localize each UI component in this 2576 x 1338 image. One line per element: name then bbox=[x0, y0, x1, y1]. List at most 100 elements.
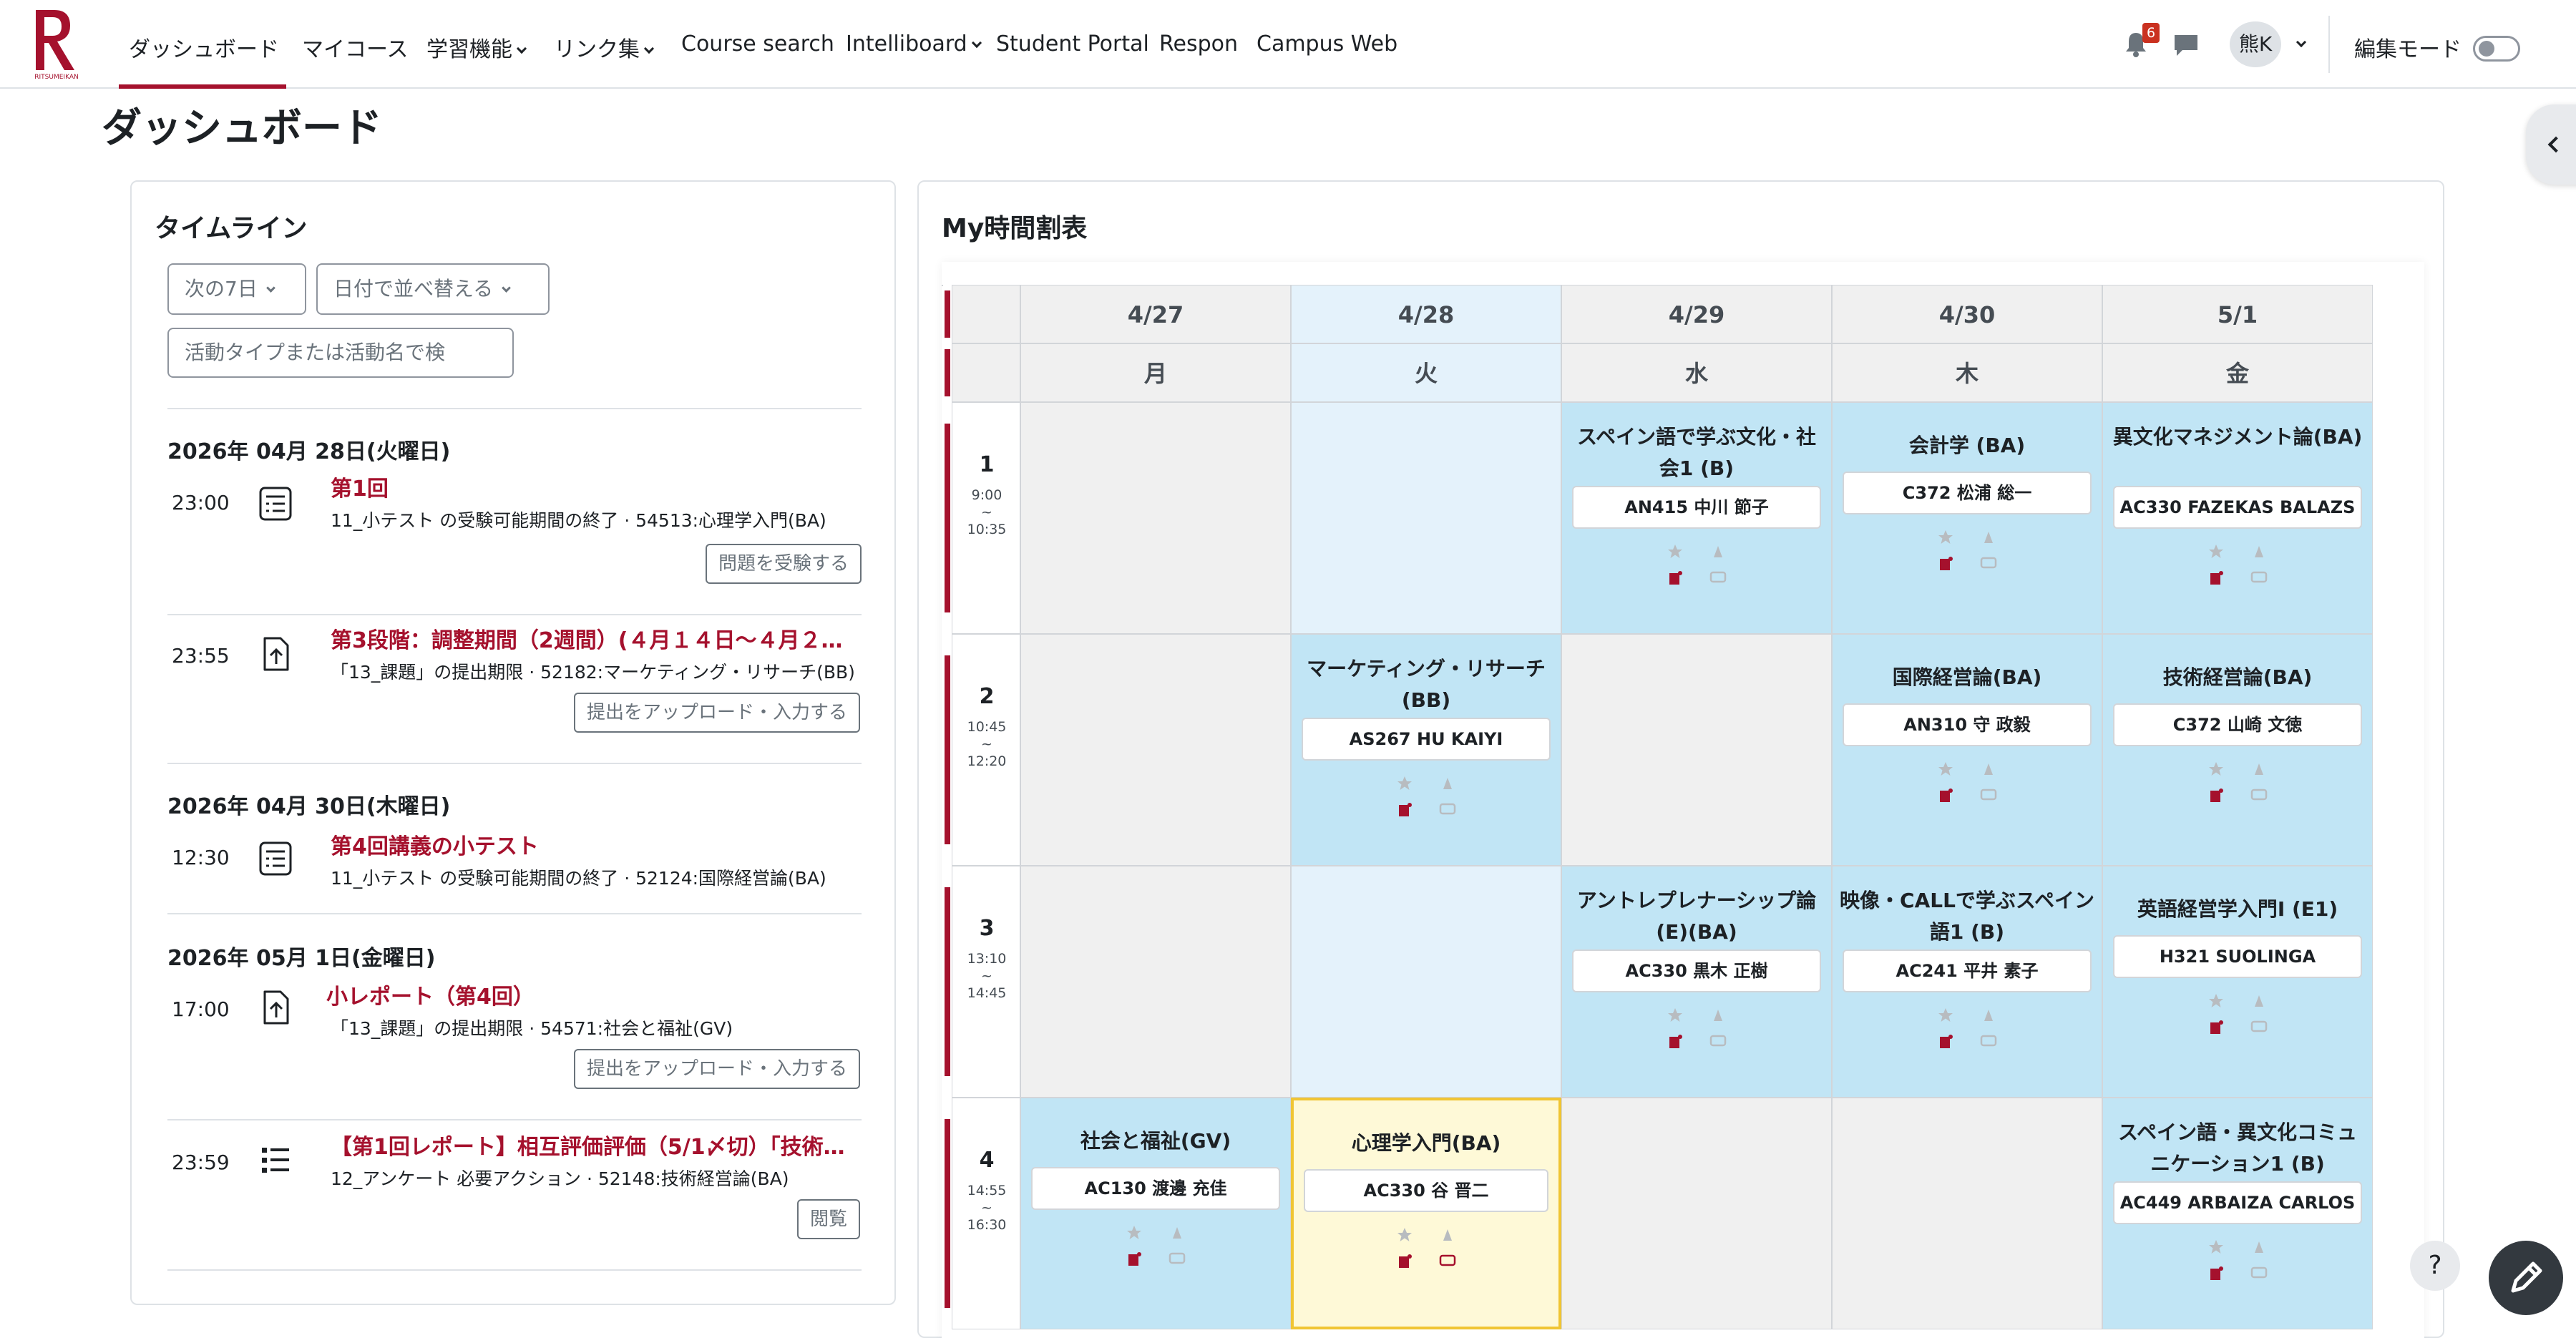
message-icon[interactable] bbox=[2250, 569, 2268, 586]
course-slot[interactable]: 心理学入門(BA) AC330 谷 晋二 bbox=[1291, 1098, 1561, 1329]
edit-fab-button[interactable] bbox=[2489, 1241, 2563, 1315]
course-title-link[interactable]: スペイン語・異文化コミュニケーション1 (B) bbox=[2110, 1117, 2365, 1180]
course-slot[interactable]: 技術経営論(BA) C372 山崎 文徳 bbox=[2102, 634, 2373, 866]
event-name-link[interactable]: 第1回 bbox=[331, 471, 389, 502]
assignment-badge-icon[interactable] bbox=[2207, 569, 2225, 586]
course-slot[interactable]: 映像・CALLで学ぶスペイン語1 (B) AC241 平井 素子 bbox=[1832, 866, 2102, 1098]
course-slot[interactable]: スペイン語で学ぶ文化・社会1 (B) AN415 中川 節子 bbox=[1561, 402, 1832, 634]
chevron-down-icon[interactable] bbox=[2296, 36, 2307, 48]
user-avatar[interactable]: 熊K bbox=[2230, 21, 2281, 67]
course-title-link[interactable]: 映像・CALLで学ぶスペイン語1 (B) bbox=[1840, 885, 2094, 948]
bookmark-icon[interactable] bbox=[1439, 1226, 1456, 1244]
message-icon[interactable] bbox=[1169, 1250, 1186, 1267]
course-slot[interactable]: 異文化マネジメント論(BA) AC330 FAZEKAS BALAZS bbox=[2102, 402, 2373, 634]
university-logo[interactable]: RITSUMEIKAN bbox=[33, 7, 80, 82]
bookmark-icon[interactable] bbox=[2250, 761, 2268, 778]
assignment-badge-icon[interactable] bbox=[2207, 1264, 2225, 1281]
event-name-link[interactable]: 第3段階：調整期間（2週間）(４月１４日〜４月２８日) bbox=[331, 622, 863, 654]
star-icon[interactable] bbox=[2207, 1239, 2225, 1256]
assignment-badge-icon[interactable] bbox=[1396, 801, 1413, 818]
assignment-badge-icon[interactable] bbox=[2207, 1018, 2225, 1035]
bookmark-icon[interactable] bbox=[1169, 1224, 1186, 1241]
course-title-link[interactable]: 英語経営学入門I (E1) bbox=[2110, 894, 2365, 925]
help-button[interactable]: ? bbox=[2410, 1241, 2460, 1291]
assignment-badge-icon[interactable] bbox=[1396, 1252, 1413, 1269]
event-name-link[interactable]: 第4回講義の小テスト bbox=[331, 829, 539, 860]
message-icon[interactable] bbox=[1709, 569, 1727, 586]
bookmark-icon[interactable] bbox=[2250, 992, 2268, 1010]
message-icon[interactable] bbox=[1439, 1252, 1456, 1269]
assignment-badge-icon[interactable] bbox=[1667, 569, 1684, 586]
course-title-link[interactable]: 技術経営論(BA) bbox=[2110, 662, 2365, 693]
attempt-quiz-button[interactable]: 問題を受験する bbox=[706, 544, 862, 584]
assignment-badge-icon[interactable] bbox=[1937, 1032, 1954, 1050]
star-icon[interactable] bbox=[1937, 1007, 1954, 1024]
nav-campus-web[interactable]: Campus Web bbox=[1257, 31, 1397, 57]
nav-respon[interactable]: Respon bbox=[1159, 31, 1238, 57]
block-drawer-toggle[interactable] bbox=[2526, 104, 2576, 185]
message-icon[interactable] bbox=[2250, 1264, 2268, 1281]
star-icon[interactable] bbox=[1937, 761, 1954, 778]
bookmark-icon[interactable] bbox=[1980, 529, 1997, 546]
star-icon[interactable] bbox=[1396, 1226, 1413, 1244]
assignment-badge-icon[interactable] bbox=[1667, 1032, 1684, 1050]
course-slot[interactable]: 社会と福祉(GV) AC130 渡邊 充佳 bbox=[1020, 1098, 1291, 1329]
assignment-badge-icon[interactable] bbox=[1126, 1250, 1143, 1267]
bookmark-icon[interactable] bbox=[1980, 1007, 1997, 1024]
star-icon[interactable] bbox=[2207, 543, 2225, 560]
nav-links[interactable]: リンク集 bbox=[554, 31, 655, 63]
upload-submission-button[interactable]: 提出をアップロード・入力する bbox=[574, 693, 861, 733]
bookmark-icon[interactable] bbox=[1709, 543, 1727, 560]
course-slot[interactable]: 国際経営論(BA) AN310 守 政毅 bbox=[1832, 634, 2102, 866]
timeline-search-input[interactable]: 活動タイプまたは活動名で検 bbox=[167, 328, 514, 378]
star-icon[interactable] bbox=[1937, 529, 1954, 546]
course-title-link[interactable]: 社会と福祉(GV) bbox=[1028, 1125, 1283, 1157]
assignment-badge-icon[interactable] bbox=[2207, 786, 2225, 804]
course-slot[interactable]: 英語経営学入門I (E1) H321 SUOLINGA bbox=[2102, 866, 2373, 1098]
message-icon[interactable] bbox=[1709, 1032, 1727, 1050]
event-name-link[interactable]: 【第1回レポート】相互評価評価（5/1〆切）「技術経営論」 bbox=[331, 1129, 863, 1161]
course-title-link[interactable]: 異文化マネジメント論(BA) bbox=[2110, 421, 2365, 453]
assignment-badge-icon[interactable] bbox=[1937, 786, 1954, 804]
chat-icon[interactable] bbox=[2172, 33, 2200, 57]
upload-submission-button[interactable]: 提出をアップロード・入力する bbox=[574, 1049, 861, 1089]
bookmark-icon[interactable] bbox=[1439, 775, 1456, 792]
message-icon[interactable] bbox=[1980, 555, 1997, 572]
course-slot[interactable]: スペイン語・異文化コミュニケーション1 (B) AC449 ARBAIZA CAR… bbox=[2102, 1098, 2373, 1329]
timeline-filter-dropdown[interactable]: 次の7日 bbox=[167, 263, 306, 315]
star-icon[interactable] bbox=[2207, 761, 2225, 778]
course-title-link[interactable]: 国際経営論(BA) bbox=[1840, 662, 2094, 693]
nav-dashboard[interactable]: ダッシュボード bbox=[129, 31, 279, 63]
timeline-sort-dropdown[interactable]: 日付で並べ替える bbox=[316, 263, 550, 315]
event-name-link[interactable]: 小レポート（第4回） bbox=[326, 979, 535, 1010]
nav-student-portal[interactable]: Student Portal bbox=[996, 31, 1149, 57]
nav-course-search[interactable]: Course search bbox=[681, 31, 834, 57]
bookmark-icon[interactable] bbox=[1709, 1007, 1727, 1024]
star-icon[interactable] bbox=[2207, 992, 2225, 1010]
assignment-badge-icon[interactable] bbox=[1937, 555, 1954, 572]
nav-my-courses[interactable]: マイコース bbox=[302, 31, 409, 63]
bookmark-icon[interactable] bbox=[2250, 1239, 2268, 1256]
edit-mode-toggle[interactable] bbox=[2473, 36, 2520, 62]
message-icon[interactable] bbox=[2250, 1018, 2268, 1035]
course-title-link[interactable]: マーケティング・リサーチ (BB) bbox=[1299, 653, 1553, 716]
star-icon[interactable] bbox=[1667, 1007, 1684, 1024]
course-slot[interactable]: マーケティング・リサーチ (BB) AS267 HU KAIYI bbox=[1291, 634, 1561, 866]
message-icon[interactable] bbox=[1439, 801, 1456, 818]
message-icon[interactable] bbox=[1980, 786, 1997, 804]
course-title-link[interactable]: スペイン語で学ぶ文化・社会1 (B) bbox=[1569, 421, 1824, 484]
star-icon[interactable] bbox=[1126, 1224, 1143, 1241]
message-icon[interactable] bbox=[2250, 786, 2268, 804]
course-title-link[interactable]: アントレプレナーシップ論 (E)(BA) bbox=[1569, 885, 1824, 948]
nav-learning-features[interactable]: 学習機能 bbox=[426, 31, 527, 63]
star-icon[interactable] bbox=[1667, 543, 1684, 560]
view-button[interactable]: 閲覧 bbox=[797, 1199, 861, 1239]
course-title-link[interactable]: 会計学 (BA) bbox=[1840, 430, 2094, 462]
star-icon[interactable] bbox=[1396, 775, 1413, 792]
bookmark-icon[interactable] bbox=[2250, 543, 2268, 560]
message-icon[interactable] bbox=[1980, 1032, 1997, 1050]
course-slot[interactable]: 会計学 (BA) C372 松浦 総一 bbox=[1832, 402, 2102, 634]
course-title-link[interactable]: 心理学入門(BA) bbox=[1301, 1128, 1551, 1159]
bookmark-icon[interactable] bbox=[1980, 761, 1997, 778]
nav-intelliboard[interactable]: Intelliboard bbox=[846, 31, 982, 57]
